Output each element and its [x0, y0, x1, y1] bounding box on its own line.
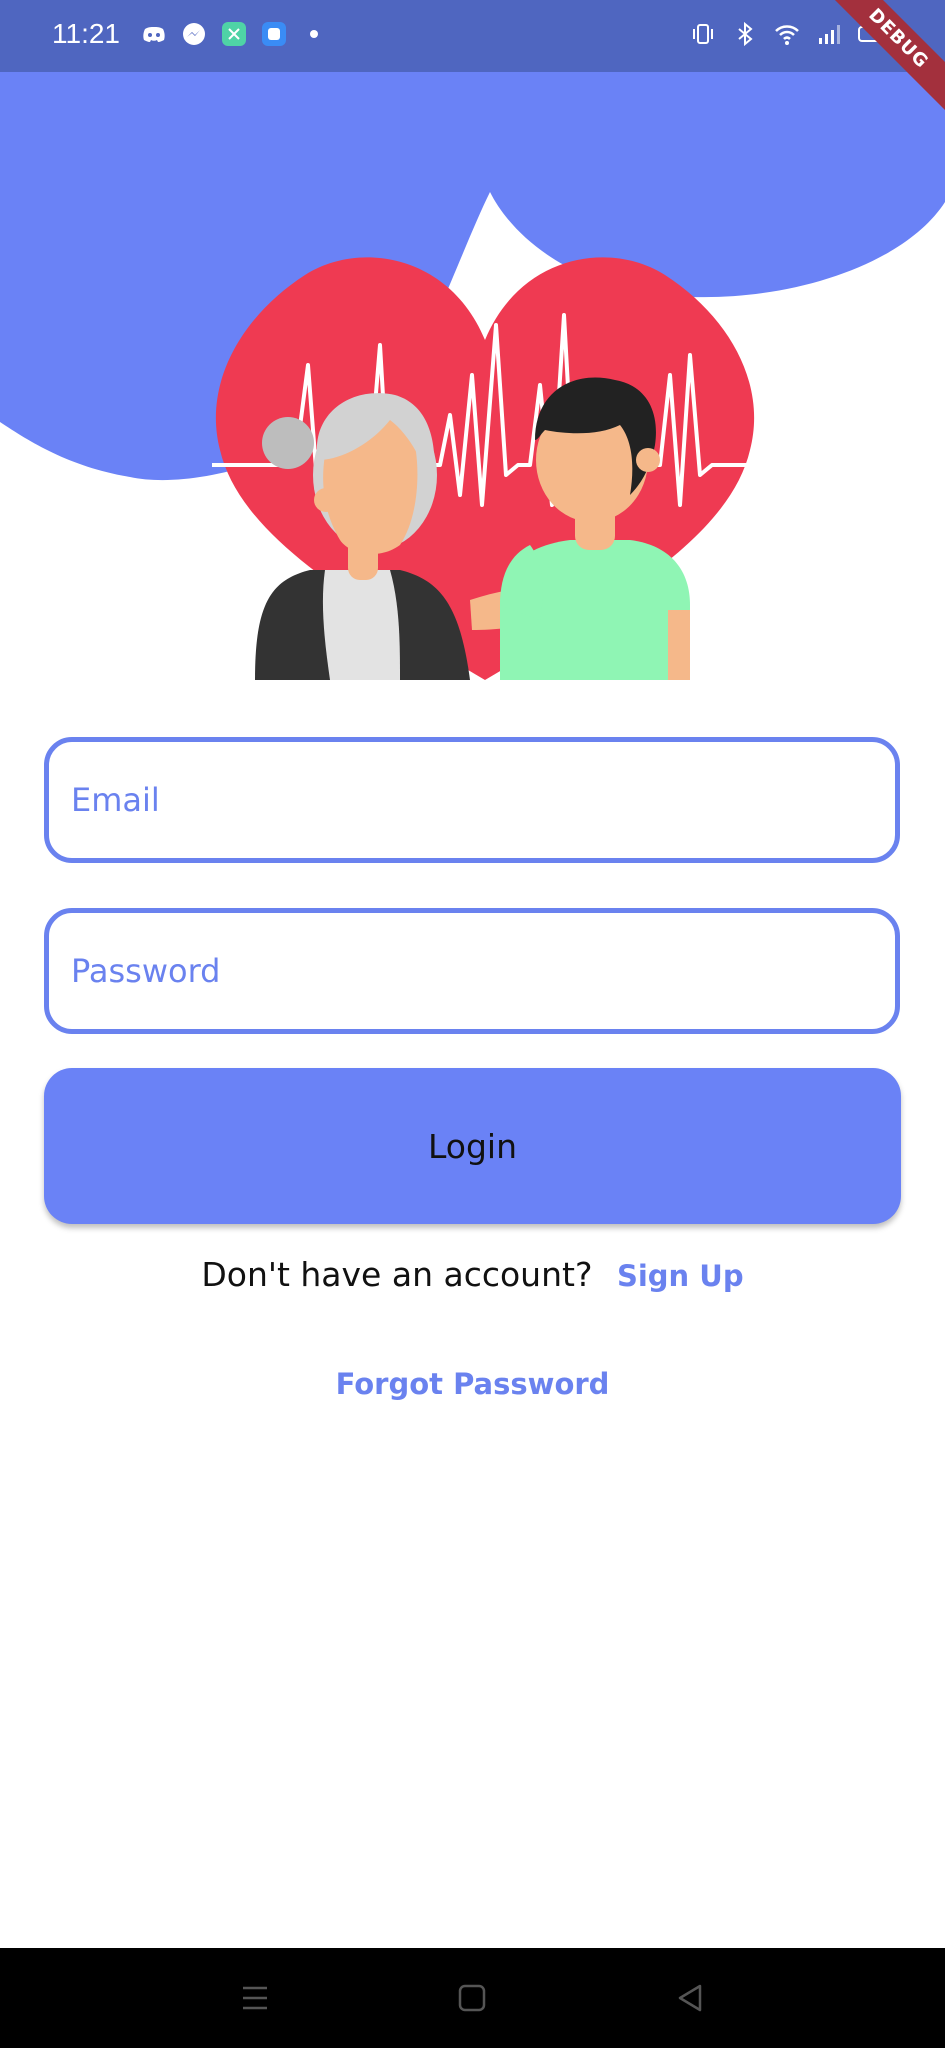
wifi-icon — [773, 20, 801, 48]
messenger-icon — [180, 20, 208, 48]
signup-row: Don't have an account? Sign Up — [0, 1255, 945, 1294]
dot-icon — [300, 20, 328, 48]
status-bar: 11:21 — [0, 0, 945, 72]
notification-icons — [140, 20, 328, 48]
back-icon[interactable] — [670, 1978, 710, 2018]
email-field[interactable] — [44, 737, 900, 863]
vibrate-icon — [689, 20, 717, 48]
home-icon[interactable] — [452, 1978, 492, 2018]
bluetooth-icon — [731, 20, 759, 48]
signal-icon — [815, 20, 843, 48]
status-time: 11:21 — [52, 18, 120, 49]
app-icon — [220, 20, 248, 48]
signup-link[interactable]: Sign Up — [617, 1259, 744, 1293]
forgot-password-link[interactable]: Forgot Password — [0, 1367, 945, 1401]
menu-icon[interactable] — [235, 1978, 275, 2018]
password-field[interactable] — [44, 908, 900, 1034]
signup-prompt: Don't have an account? — [201, 1255, 593, 1294]
system-icons — [689, 20, 885, 48]
app-icon-blue — [260, 20, 288, 48]
login-button[interactable]: Login — [44, 1068, 901, 1224]
elderly-care-heart-illustration — [212, 257, 755, 680]
discord-icon — [140, 20, 168, 48]
email-input[interactable] — [49, 742, 895, 858]
password-input[interactable] — [49, 913, 895, 1029]
navigation-bar — [0, 1948, 945, 2048]
